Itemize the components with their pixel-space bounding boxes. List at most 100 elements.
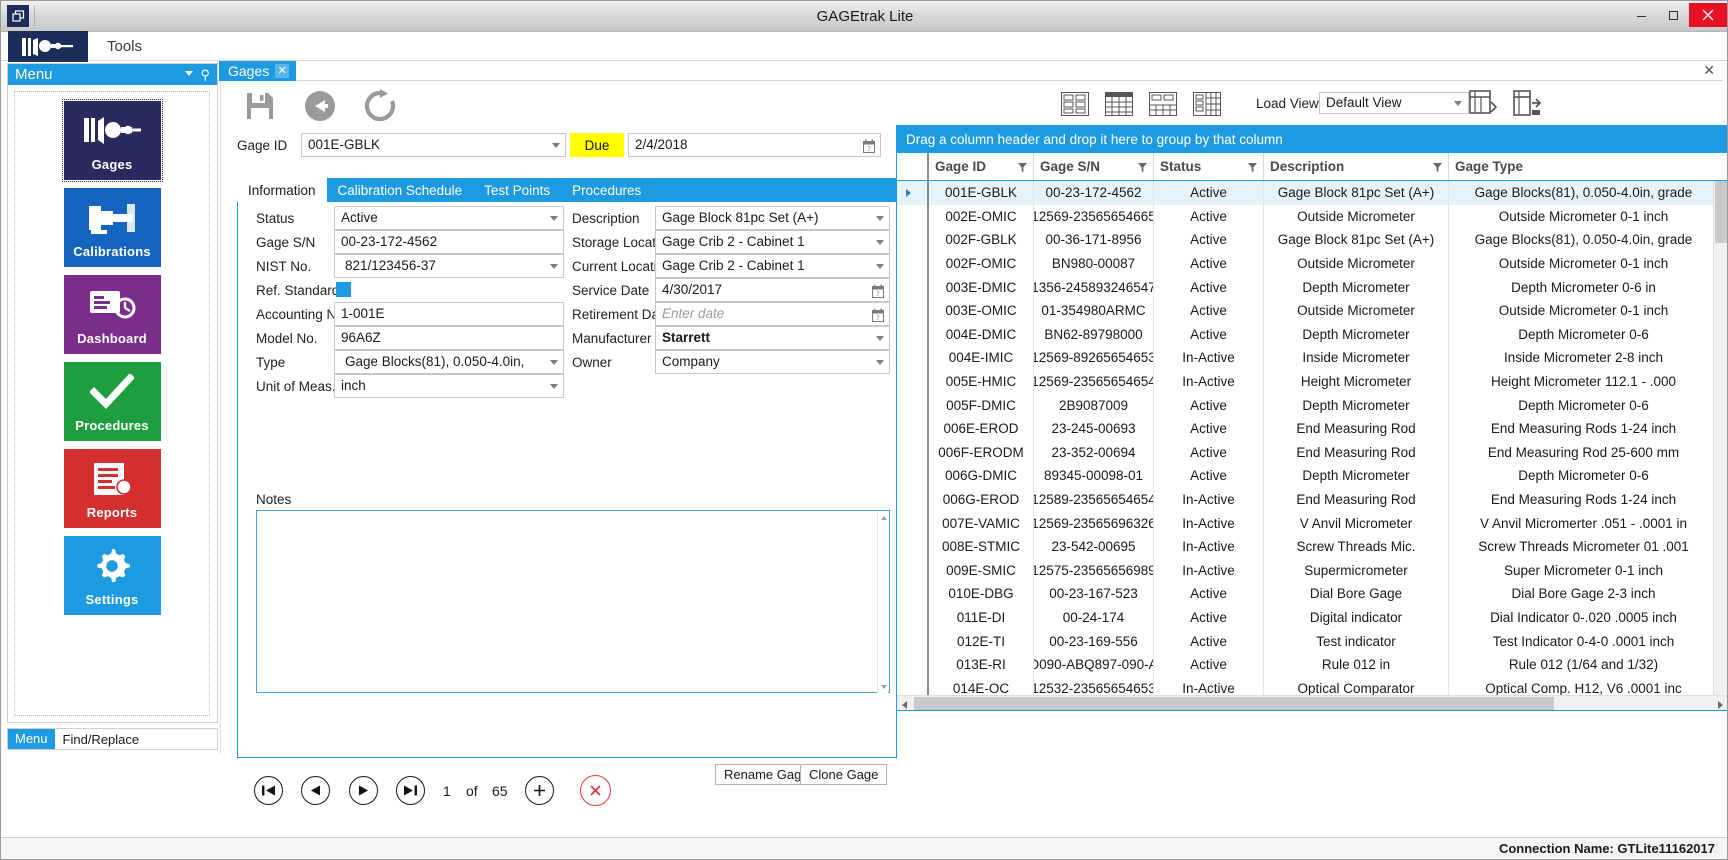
scroll-left-icon[interactable] [902, 701, 907, 709]
pin-icon[interactable]: ⚲ [200, 68, 210, 81]
split-view-button[interactable] [1149, 92, 1177, 116]
refresh-button[interactable] [361, 87, 399, 125]
scroll-down-icon[interactable] [881, 685, 887, 689]
gage-id-input[interactable]: 001E-GBLK [301, 133, 566, 157]
calendar-icon[interactable]: 7 [863, 138, 875, 160]
delete-record-button[interactable] [580, 775, 611, 806]
tools-menu[interactable]: Tools [97, 32, 152, 61]
table-row[interactable]: 001E-GBLK 00-23-172-4562 Active Gage Block … [897, 181, 1727, 205]
chevron-down-icon[interactable] [876, 336, 884, 341]
status-input[interactable]: Active [334, 206, 564, 230]
tab-gages[interactable]: Gages ✕ [219, 61, 297, 81]
add-record-button[interactable] [525, 776, 554, 805]
grid-vertical-scrollbar[interactable] [1713, 181, 1727, 707]
nist-no-input[interactable]: 821/123456-37 [334, 254, 564, 278]
chevron-down-icon[interactable] [876, 240, 884, 245]
grid-horizontal-scrollbar[interactable] [897, 695, 1727, 710]
model-no-input[interactable]: 96A6Z [334, 326, 564, 350]
chevron-down-icon[interactable] [876, 360, 884, 365]
maximize-button[interactable] [1657, 3, 1689, 27]
scroll-right-icon[interactable] [1718, 701, 1723, 709]
chevron-down-icon[interactable] [185, 71, 193, 76]
find-replace-button[interactable]: Find/Replace [55, 732, 140, 747]
grid-body[interactable]: 001E-GBLK 00-23-172-4562 Active Gage Block … [897, 181, 1727, 707]
manufacturer-input[interactable]: Starrett [655, 326, 890, 350]
table-row[interactable]: 005E-HMIC 12569-23565654654 In-Active Heigh… [897, 369, 1727, 394]
save-button[interactable] [241, 87, 279, 125]
table-row[interactable]: 013E-RI D090-ABQ897-090-A Active Rule 012 i… [897, 652, 1727, 677]
table-row[interactable]: 008E-STMIC 23-542-00695 In-Active Screw Thr… [897, 534, 1727, 559]
filter-icon[interactable] [1138, 161, 1147, 176]
accounting-no-input[interactable]: 1-001E [334, 302, 564, 326]
scrollbar-thumb[interactable] [1715, 181, 1727, 243]
tab-test-points[interactable]: Test Points [473, 178, 561, 202]
service-date-input[interactable]: 4/30/2017 7 [655, 278, 890, 302]
last-record-button[interactable] [396, 776, 425, 805]
load-view-select[interactable]: Default View [1319, 92, 1469, 114]
grid-header-description[interactable]: Description [1264, 153, 1449, 180]
tab-procedures[interactable]: Procedures [561, 178, 652, 202]
filter-icon[interactable] [1248, 161, 1257, 176]
table-row[interactable]: 003E-OMIC 01-354980ARMC Active Outside Micr… [897, 298, 1727, 323]
unit-of-meas-input[interactable]: inch [334, 374, 564, 398]
table-row[interactable]: 002E-OMIC 12569-23565654665 Active Outside … [897, 204, 1727, 229]
sidebar-item-dashboard[interactable]: Dashboard [63, 275, 161, 354]
group-by-drop-area[interactable]: Drag a column header and drop it here to… [897, 126, 1727, 153]
chevron-down-icon[interactable] [550, 384, 558, 389]
tab-information[interactable]: Information [237, 178, 327, 202]
next-record-button[interactable] [349, 776, 378, 805]
table-row[interactable]: 004E-DMIC BN62-89798000 Active Depth Microm… [897, 322, 1727, 347]
export-button[interactable] [1513, 90, 1543, 116]
gage-sn-input[interactable]: 00-23-172-4562 [334, 230, 564, 254]
grid-view-button[interactable] [1105, 92, 1133, 116]
table-row[interactable]: 009E-SMIC 12575-23565656989 In-Active Super… [897, 558, 1727, 583]
table-row[interactable]: 002F-OMIC BN980-00087 Active Outside Microm… [897, 251, 1727, 276]
table-row[interactable]: 006F-ERODM 23-352-00694 Active End Measurin… [897, 440, 1727, 465]
notes-scrollbar[interactable] [877, 512, 888, 693]
owner-input[interactable]: Company [655, 350, 890, 374]
previous-record-button[interactable] [301, 776, 330, 805]
undo-button[interactable] [301, 87, 339, 125]
sidebar-item-gages[interactable]: Gages [61, 99, 163, 182]
table-row[interactable]: 007E-VAMIC 12569-23565696326 In-Active V An… [897, 511, 1727, 535]
columns-view-button[interactable] [1193, 92, 1221, 116]
table-row[interactable]: 005F-DMIC 2B9087009 Active Depth Micrometer… [897, 393, 1727, 417]
bottom-menu-button[interactable]: Menu [8, 729, 55, 749]
grid-header-gage-id[interactable]: Gage ID [929, 153, 1034, 180]
sidebar-item-procedures[interactable]: Procedures [63, 362, 161, 441]
scrollbar-thumb[interactable] [914, 697, 1554, 710]
current-location-input[interactable]: Gage Crib 2 - Cabinet 1 [655, 254, 890, 278]
tab-close-icon[interactable]: ✕ [275, 64, 290, 78]
close-button[interactable] [1689, 3, 1727, 27]
table-row[interactable]: 002F-GBLK 00-36-171-8956 Active Gage Block … [897, 228, 1727, 252]
grid-header-gage-type[interactable]: Gage Type [1449, 153, 1718, 180]
sidebar-item-reports[interactable]: Reports [63, 449, 161, 528]
chevron-down-icon[interactable] [552, 143, 560, 148]
tab-calibration-schedule[interactable]: Calibration Schedule [327, 178, 474, 202]
table-row[interactable]: 006G-DMIC 89345-00098-01 Active Depth Micro… [897, 464, 1727, 488]
chevron-down-icon[interactable] [876, 264, 884, 269]
table-row[interactable]: 010E-DBG 00-23-167-523 Active Dial Bore Gag… [897, 582, 1727, 606]
table-row[interactable]: 011E-DI 00-24-174 Active Digital indicator D… [897, 605, 1727, 630]
table-row[interactable]: 004E-IMIC 12569-89265654653 In-Active Insid… [897, 346, 1727, 370]
chevron-down-icon[interactable] [550, 360, 558, 365]
filter-icon[interactable] [1018, 161, 1027, 176]
table-row[interactable]: 003E-DMIC 1356-245893246547 Active Depth Mi… [897, 275, 1727, 299]
table-row[interactable]: 012E-TI 00-23-169-556 Active Test indicator… [897, 629, 1727, 653]
close-icon[interactable]: ✕ [1703, 63, 1715, 77]
scroll-up-icon[interactable] [881, 516, 887, 520]
caliper-logo-icon[interactable] [8, 31, 88, 62]
chevron-down-icon[interactable] [550, 216, 558, 221]
ref-standard-checkbox[interactable] [336, 282, 351, 297]
table-row[interactable]: 006E-EROD 23-245-00693 Active End Measuring… [897, 416, 1727, 441]
storage-location-input[interactable]: Gage Crib 2 - Cabinet 1 [655, 230, 890, 254]
table-row[interactable]: 006G-EROD 12589-23565654654 In-Active End M… [897, 487, 1727, 512]
sidebar-item-settings[interactable]: Settings [63, 536, 161, 615]
filter-icon[interactable] [1433, 161, 1442, 176]
save-view-button[interactable] [1469, 90, 1499, 116]
minimize-button[interactable] [1625, 3, 1657, 27]
first-record-button[interactable] [254, 776, 283, 805]
grid-header-status[interactable]: Status [1154, 153, 1264, 180]
type-input[interactable]: Gage Blocks(81), 0.050-4.0in, grade 0(A+… [334, 350, 564, 391]
chevron-down-icon[interactable] [550, 264, 558, 269]
